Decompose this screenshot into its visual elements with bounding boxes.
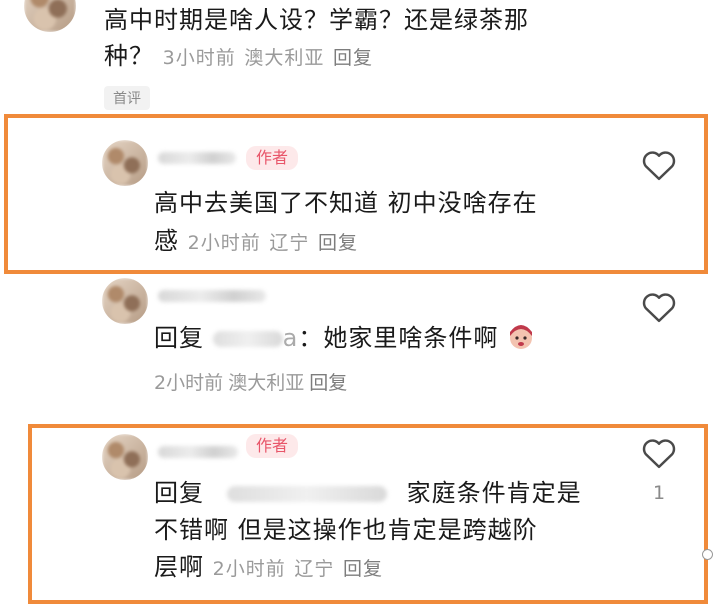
mentioned-user-suffix: a — [282, 324, 299, 352]
comment-text: 回复 a：她家里啥条件啊 — [154, 322, 535, 355]
heart-icon[interactable] — [640, 148, 678, 182]
comment-time: 2小时前 — [212, 558, 286, 580]
comment-text-line2: 种？ 3小时前 澳大利亚 回复 — [104, 42, 374, 70]
author-badge: 作者 — [246, 434, 299, 458]
comment-text-line3: 层啊 2小时前 辽宁 回复 — [154, 553, 384, 581]
username-blurred[interactable] — [158, 152, 236, 164]
mentioned-user-blurred[interactable] — [212, 331, 283, 347]
heart-icon[interactable] — [640, 436, 678, 470]
like-count: 1 — [653, 482, 666, 504]
comment-time: 2小时前 — [154, 372, 224, 394]
username-blurred[interactable] — [158, 290, 266, 302]
first-comment-tag: 首评 — [104, 86, 150, 110]
reply-button[interactable]: 回复 — [309, 372, 347, 394]
selection-handle[interactable] — [702, 549, 713, 560]
emoji-face-icon — [510, 325, 532, 349]
comment-location: 辽宁 — [294, 558, 335, 580]
comment-text-line2: 感 2小时前 辽宁 回复 — [154, 227, 359, 255]
avatar[interactable] — [102, 278, 148, 324]
comment-time: 3小时前 — [162, 47, 236, 69]
mentioned-user-blurred[interactable] — [226, 486, 387, 502]
avatar[interactable] — [102, 434, 148, 480]
comment-location: 澳大利亚 — [228, 372, 305, 394]
reply-prefix: 回复 — [154, 324, 204, 352]
comment-text: 回复 家庭条件肯定是 — [154, 479, 582, 507]
reply-prefix: 回复 — [154, 479, 204, 507]
comment-text-line2: 不错啊 但是这操作也肯定是跨越阶 — [154, 516, 538, 544]
comment-time: 2小时前 — [187, 232, 261, 254]
reply-button[interactable]: 回复 — [333, 47, 373, 69]
comment-meta: 2小时前 澳大利亚 回复 — [154, 368, 347, 395]
username-blurred[interactable] — [158, 446, 238, 458]
reply-button[interactable]: 回复 — [318, 232, 358, 254]
comment-location: 辽宁 — [269, 232, 310, 254]
reply-button[interactable]: 回复 — [343, 558, 383, 580]
comment-text: 高中时期是啥人设？学霸？还是绿茶那 — [104, 6, 529, 34]
comment-text: 高中去美国了不知道 初中没啥存在 — [154, 189, 538, 217]
author-badge: 作者 — [246, 146, 299, 170]
comment-location: 澳大利亚 — [244, 47, 325, 69]
avatar[interactable] — [102, 140, 148, 186]
heart-icon[interactable] — [640, 290, 678, 324]
avatar[interactable] — [24, 0, 76, 32]
